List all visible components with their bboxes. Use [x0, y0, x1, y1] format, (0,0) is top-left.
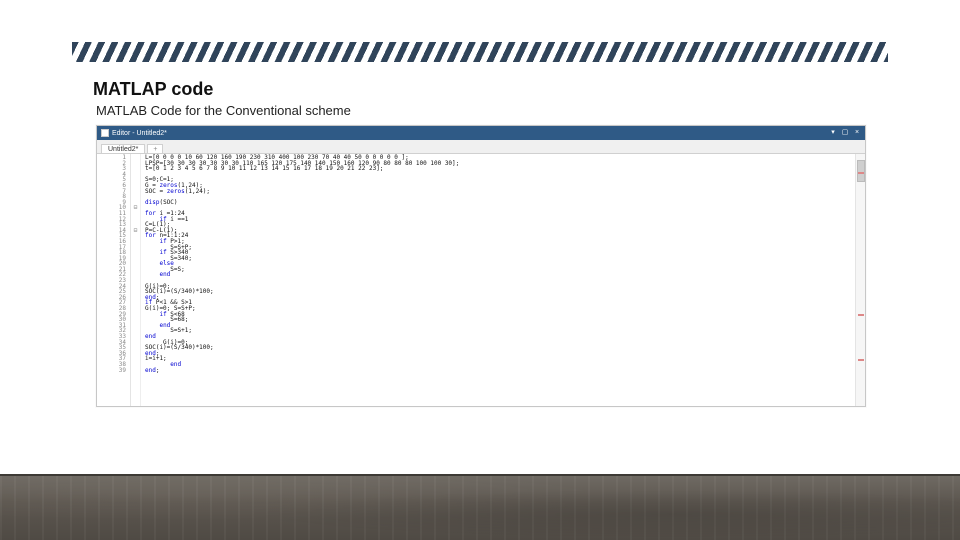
scrollbar-mark	[858, 314, 864, 316]
window-close-button[interactable]: ×	[853, 129, 861, 137]
editor-scrollbar[interactable]	[855, 154, 865, 406]
window-maximize-button[interactable]: ▢	[841, 129, 849, 137]
slide-title: MATLAP code	[93, 79, 213, 100]
line-number-gutter: 1234567891011121314151617181920212223242…	[97, 154, 131, 406]
floor-photo-strip	[0, 474, 960, 540]
decorative-stripe	[72, 42, 888, 62]
matlab-editor-window: Editor - Untitled2* ▾ ▢ × Untitled2* + 1…	[96, 125, 866, 407]
slide-subtitle: MATLAB Code for the Conventional scheme	[96, 103, 351, 118]
editor-titlebar: Editor - Untitled2* ▾ ▢ ×	[97, 126, 865, 140]
editor-tabstrip: Untitled2* +	[97, 140, 865, 154]
scrollbar-thumb[interactable]	[857, 160, 865, 182]
code-fold-gutter[interactable]: ⊟⊟	[131, 154, 141, 406]
window-minimize-button[interactable]: ▾	[829, 129, 837, 137]
editor-tab-untitled[interactable]: Untitled2*	[101, 144, 145, 153]
scrollbar-mark	[858, 172, 864, 174]
code-area[interactable]: L=[0 0 0 0 10 60 120 160 190 230 310 400…	[141, 154, 855, 406]
editor-new-tab-button[interactable]: +	[147, 144, 163, 153]
editor-window-title: Editor - Untitled2*	[112, 130, 167, 137]
editor-app-icon	[101, 129, 109, 137]
scrollbar-mark	[858, 359, 864, 361]
